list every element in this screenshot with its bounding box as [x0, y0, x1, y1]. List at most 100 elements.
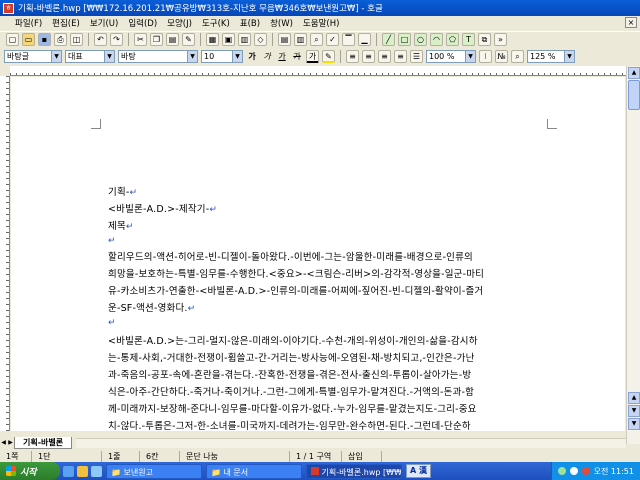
page-layout-icon[interactable]: ▤	[278, 33, 291, 46]
menu-help[interactable]: 도움말(H)	[298, 17, 344, 29]
header-icon[interactable]: ▔	[342, 33, 355, 46]
scroll-down-icon[interactable]: ▼	[628, 405, 640, 417]
desktop-icon[interactable]	[91, 465, 102, 477]
italic-button[interactable]: 가	[261, 50, 273, 63]
doc-line[interactable]: <바빌론-A.D.>는-그리-멀지-않은-미래의-이야기다.-수천-개의-위성이…	[108, 333, 568, 347]
menu-format[interactable]: 모양(J)	[162, 17, 197, 29]
print-icon[interactable]: ⎙	[54, 33, 67, 46]
language-select[interactable]: 대표 ▼	[65, 49, 115, 63]
chevron-down-icon[interactable]: ▼	[564, 50, 574, 62]
line-spacing-select[interactable]: 100 % ▼	[426, 49, 476, 63]
doc-line[interactable]: 기획-↵	[108, 184, 568, 198]
distribute-icon[interactable]: ☰	[410, 49, 423, 63]
clock[interactable]: 오전 11:51	[594, 466, 634, 477]
draw-polygon-icon[interactable]: ⬠	[446, 33, 459, 46]
document-page[interactable]: 기획-↵ <바빌론-A.D.>-제작기-↵ 제목↵ ↵ 할리우드의-액션-히어로…	[11, 77, 625, 431]
align-justify-icon[interactable]: ≡	[346, 49, 359, 63]
strikethrough-button[interactable]: 가	[291, 50, 303, 63]
task-hwp-document[interactable]: 기획-바벨론.hwp [₩₩...	[306, 463, 402, 479]
columns-icon[interactable]: ▥	[294, 33, 307, 46]
chart-icon[interactable]: ▥	[238, 33, 251, 46]
align-center-icon[interactable]: ≡	[378, 49, 391, 63]
doc-line[interactable]: ↵	[108, 235, 568, 246]
scroll-thumb[interactable]	[628, 80, 640, 110]
chevron-down-icon[interactable]: ▼	[232, 50, 242, 62]
horizontal-ruler[interactable]	[10, 66, 626, 76]
open-icon[interactable]: ▭	[22, 33, 35, 46]
format-painter-icon[interactable]: ✎	[182, 33, 195, 46]
menu-window[interactable]: 창(W)	[265, 17, 298, 29]
doc-line[interactable]: 과-죽음의-공포-속에-혼란을-겪는다.-잔혹한-전쟁을-겪은-전사-출신의-투…	[108, 367, 568, 381]
paste-icon[interactable]: ▤	[166, 33, 179, 46]
doc-line[interactable]: 희망을-보호하는-특별-임무를-수행한다.<중요>-<크림슨-리버>의-감각적-…	[108, 266, 568, 280]
undo-icon[interactable]: ↶	[94, 33, 107, 46]
highlight-icon[interactable]: ✎	[322, 49, 335, 63]
chevron-down-icon[interactable]: ▼	[465, 50, 475, 62]
next-page-icon[interactable]: ▼	[628, 418, 640, 430]
doc-line[interactable]: 운-SF-액션-영화다.↵	[108, 300, 568, 314]
font-color-icon[interactable]: 가	[306, 49, 319, 63]
chevron-down-icon[interactable]: ▼	[51, 50, 61, 62]
draw-ellipse-icon[interactable]: ○	[414, 33, 427, 46]
menu-insert[interactable]: 입력(D)	[123, 17, 162, 29]
doc-line[interactable]: 할리우드의-액션-히어로-빈-디젤이-돌아왔다.-이번에-그는-암울한-미래를-…	[108, 249, 568, 263]
outlook-icon[interactable]	[77, 465, 88, 477]
tab-document[interactable]: 기획-바벨론	[14, 437, 73, 449]
hwp-app-icon[interactable]: ㅎ	[3, 2, 14, 14]
textbox-icon[interactable]: T	[462, 33, 475, 46]
zoom-select[interactable]: 125 % ▼	[527, 49, 575, 63]
doc-line[interactable]: 제목↵	[108, 218, 568, 232]
draw-rect-icon[interactable]: □	[398, 33, 411, 46]
menu-edit[interactable]: 편집(E)	[47, 17, 85, 29]
doc-line[interactable]: 께-미래까지-보장해-준다니-임무를-마다할-이유가-없다.-누가-임무를-맡겼…	[108, 401, 568, 415]
doc-line[interactable]: 는-통제-사회,-거대한-전쟁이-휩쓸고-간-거리는-방사능에-오염된-채-방치…	[108, 350, 568, 364]
more-icon[interactable]: »	[494, 33, 507, 46]
save-icon[interactable]: ▪	[38, 33, 51, 46]
close-document-icon[interactable]: ×	[625, 17, 637, 28]
footnote-icon[interactable]: ▁	[358, 33, 371, 46]
font-select[interactable]: 바탕 ▼	[118, 49, 198, 63]
shape-icon[interactable]: ◇	[254, 33, 267, 46]
menu-table[interactable]: 표(B)	[235, 17, 265, 29]
style-select[interactable]: 바탕글 ▼	[4, 49, 62, 63]
network-icon[interactable]	[557, 467, 566, 475]
task-folder-documents[interactable]: 📁 내 문서	[206, 463, 302, 479]
zoom-icon[interactable]: ⌕	[511, 49, 524, 63]
image-icon[interactable]: ▣	[222, 33, 235, 46]
doc-line[interactable]: <바빌론-A.D.>-제작기-↵	[108, 201, 568, 215]
doc-line[interactable]: 치-않다.-투롭은-그저-한-소녀를-미국까지-데려가는-임무만-완수하면-된다…	[108, 418, 568, 431]
draw-arc-icon[interactable]: ◠	[430, 33, 443, 46]
tab-next-icon[interactable]: ▶	[7, 438, 14, 448]
status-insert-mode[interactable]: 삽입	[342, 450, 382, 462]
preview-icon[interactable]: ◫	[70, 33, 83, 46]
align-left-icon[interactable]: ≡	[362, 49, 375, 63]
copy-icon[interactable]: ❐	[150, 33, 163, 46]
vertical-ruler[interactable]	[0, 76, 10, 431]
new-document-icon[interactable]: ▢	[6, 33, 19, 46]
underline-button[interactable]: 가	[276, 50, 288, 63]
doc-line[interactable]: ↵	[108, 317, 568, 328]
language-indicator[interactable]: A 漢	[406, 464, 431, 478]
menu-file[interactable]: 파일(F)	[10, 17, 47, 29]
group-icon[interactable]: ⧉	[478, 33, 491, 46]
vertical-scrollbar[interactable]: ▲ ▲ ▼ ▼	[626, 66, 640, 444]
spellcheck-icon[interactable]: ✓	[326, 33, 339, 46]
chevron-down-icon[interactable]: ▼	[187, 50, 197, 62]
horizontal-scrollbar[interactable]	[76, 438, 626, 448]
menu-view[interactable]: 보기(U)	[85, 17, 124, 29]
draw-line-icon[interactable]: ╱	[382, 33, 395, 46]
task-folder-sent[interactable]: 📁 보낸원고	[106, 463, 202, 479]
doc-line[interactable]: 식은-아주-간단하다.-죽거나-죽이거나.-그런-그에게-특별-임무가-맡겨진다…	[108, 384, 568, 398]
bullets-icon[interactable]: ⁝	[479, 49, 492, 63]
ie-icon[interactable]	[63, 465, 74, 477]
start-button[interactable]: 시작	[0, 462, 60, 480]
font-size-select[interactable]: 10 ▼	[201, 49, 243, 63]
security-icon[interactable]	[581, 467, 590, 475]
numbering-icon[interactable]: №	[495, 49, 508, 63]
table-icon[interactable]: ▦	[206, 33, 219, 46]
chevron-down-icon[interactable]: ▼	[104, 50, 114, 62]
tab-prev-icon[interactable]: ◀	[0, 438, 7, 448]
find-icon[interactable]: ⌕	[310, 33, 323, 46]
align-right-icon[interactable]: ≡	[394, 49, 407, 63]
prev-page-icon[interactable]: ▲	[628, 392, 640, 404]
